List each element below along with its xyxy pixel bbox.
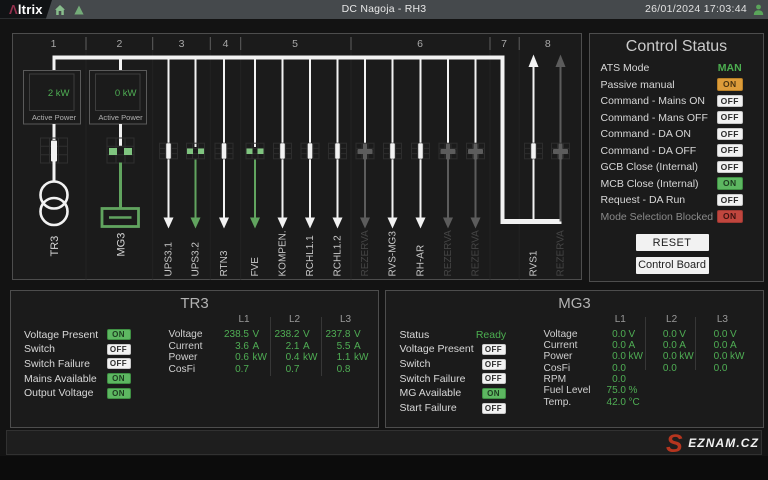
svg-text:REZERVA: REZERVA	[471, 230, 482, 277]
svg-text:RVS-MG3: RVS-MG3	[388, 231, 399, 277]
svg-text:7: 7	[501, 38, 507, 50]
svg-text:RVS1: RVS1	[529, 250, 540, 276]
svg-text:Active Power: Active Power	[98, 113, 143, 122]
svg-text:2 kW: 2 kW	[48, 88, 70, 99]
svg-text:RH-AR: RH-AR	[416, 245, 427, 277]
svg-text:TR3: TR3	[49, 236, 61, 257]
svg-text:0 kW: 0 kW	[115, 88, 137, 99]
svg-text:REZERVA: REZERVA	[443, 230, 454, 277]
svg-text:KOMPEN.: KOMPEN.	[278, 230, 289, 276]
svg-text:RCHL1.2: RCHL1.2	[333, 235, 344, 277]
svg-text:UPS3.2: UPS3.2	[191, 242, 202, 277]
svg-text:RCHL1.1: RCHL1.1	[305, 235, 316, 277]
svg-text:5: 5	[292, 38, 298, 50]
svg-text:REZERVA: REZERVA	[360, 230, 371, 277]
svg-text:RTN3: RTN3	[219, 250, 230, 276]
svg-text:REZERVA: REZERVA	[556, 230, 567, 277]
svg-text:MG3: MG3	[116, 233, 128, 257]
svg-text:FVE: FVE	[250, 257, 261, 277]
svg-text:1: 1	[51, 38, 57, 50]
svg-text:8: 8	[545, 38, 551, 50]
svg-text:Active Power: Active Power	[32, 113, 77, 122]
svg-text:6: 6	[417, 38, 423, 50]
svg-text:4: 4	[223, 38, 229, 50]
svg-text:3: 3	[179, 38, 185, 50]
svg-text:UPS3.1: UPS3.1	[164, 242, 175, 277]
svg-text:2: 2	[116, 38, 122, 50]
